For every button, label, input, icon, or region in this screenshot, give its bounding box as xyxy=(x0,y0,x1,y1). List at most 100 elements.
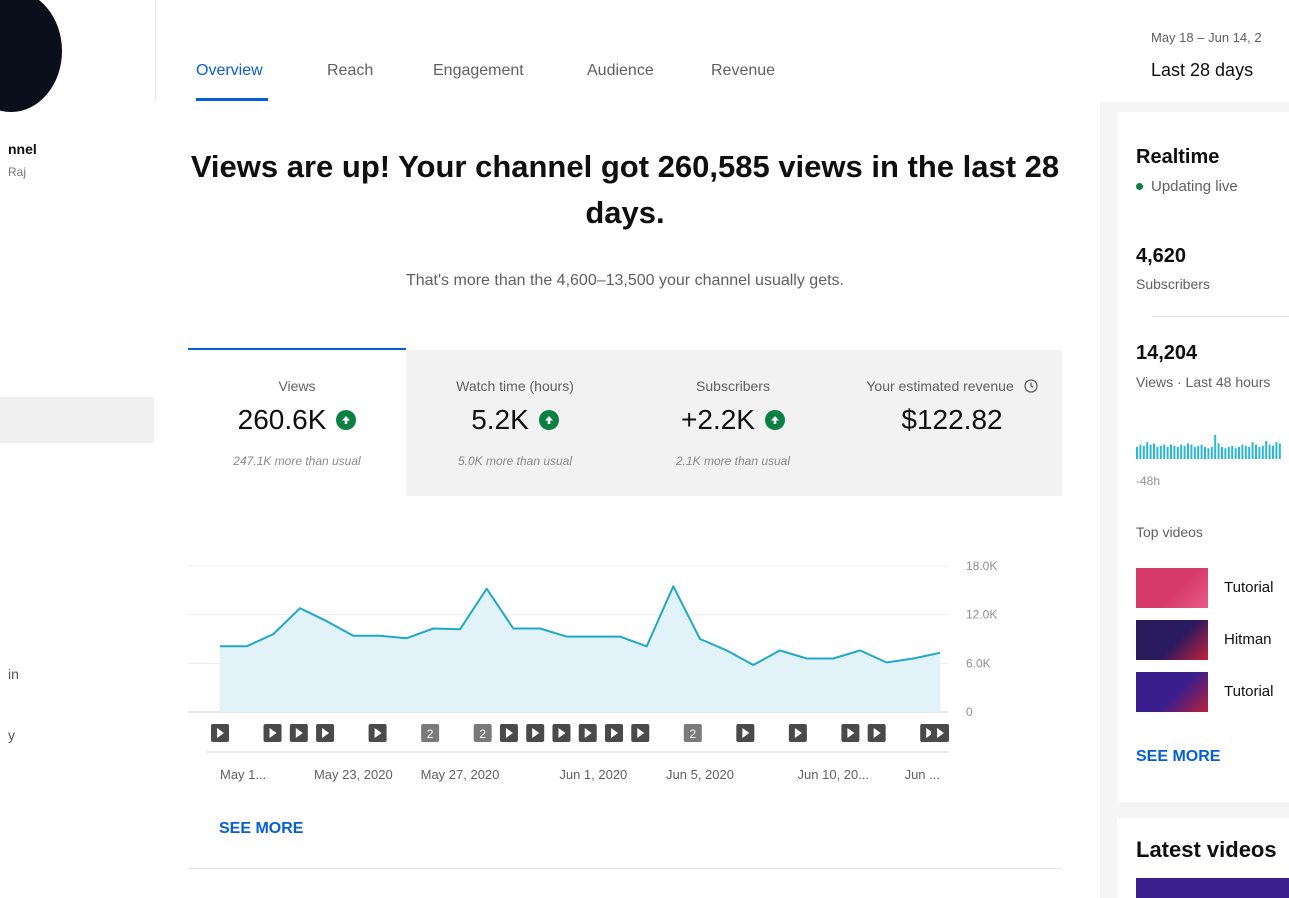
tab-audience[interactable]: Audience xyxy=(587,62,654,80)
sidebar-item[interactable]: y xyxy=(8,727,15,743)
realtime-status: Updating live xyxy=(1136,178,1238,195)
divider xyxy=(1152,316,1289,317)
arrow-up-icon xyxy=(538,410,559,430)
realtime-bar xyxy=(1146,442,1149,459)
svg-text:2: 2 xyxy=(479,727,486,741)
page-title: Views are up! Your channel got 260,585 v… xyxy=(190,149,1060,230)
metric-card-watch-time[interactable]: Watch time (hours) 5.2K 5.0K more than u… xyxy=(406,350,624,496)
realtime-bar xyxy=(1159,445,1162,459)
video-published-marker[interactable] xyxy=(289,724,308,742)
realtime-bar xyxy=(1210,447,1213,459)
video-count-marker[interactable]: 2 xyxy=(473,724,492,742)
metric-value-row: 5.2K xyxy=(406,404,624,436)
realtime-bar xyxy=(1231,445,1234,459)
realtime-bar xyxy=(1173,445,1176,459)
video-published-marker[interactable] xyxy=(867,724,886,742)
video-published-marker[interactable] xyxy=(263,724,282,742)
realtime-bar xyxy=(1268,444,1271,459)
chart-video-markers: 2 2 2 xyxy=(206,724,949,753)
realtime-bar-chart xyxy=(1136,435,1281,459)
realtime-see-more-button[interactable]: SEE MORE xyxy=(1136,748,1220,766)
arrow-up-icon xyxy=(336,410,357,430)
metric-label: Your estimated revenue xyxy=(866,378,1014,394)
realtime-bar xyxy=(1193,447,1196,459)
x-tick-label: Jun 5, 2020 xyxy=(666,767,734,782)
realtime-bar xyxy=(1234,448,1237,459)
video-published-marker[interactable] xyxy=(368,724,387,742)
realtime-views-label: Views · Last 48 hours xyxy=(1136,374,1271,390)
y-tick-label: 0 xyxy=(966,705,973,719)
realtime-bar xyxy=(1149,444,1152,459)
latest-video-thumbnail[interactable] xyxy=(1136,878,1289,898)
see-more-button[interactable]: SEE MORE xyxy=(219,820,303,838)
video-title: Tutorial xyxy=(1224,683,1274,700)
video-count-marker[interactable]: 2 xyxy=(421,724,440,742)
realtime-bar xyxy=(1187,443,1189,459)
realtime-bar xyxy=(1142,445,1145,459)
metric-value: 5.2K xyxy=(471,404,529,435)
divider xyxy=(188,868,1062,869)
video-published-marker[interactable] xyxy=(526,724,545,742)
y-tick-label: 18.0K xyxy=(966,559,997,573)
metric-value-row: +2.2K xyxy=(624,404,842,436)
sidebar-item-analytics[interactable] xyxy=(0,397,154,443)
video-title: Hitman xyxy=(1224,631,1272,648)
sidebar-owner-name: Raj xyxy=(8,165,27,179)
video-published-marker[interactable] xyxy=(211,724,229,742)
metric-card-views[interactable]: Views 260.6K 247.1K more than usual xyxy=(188,350,406,496)
top-video-item[interactable]: Tutorial xyxy=(1136,568,1289,608)
tab-engagement[interactable]: Engagement xyxy=(433,62,524,80)
chart-y-ticks: 18.0K 12.0K 6.0K 0 xyxy=(966,559,997,719)
video-published-marker[interactable] xyxy=(499,724,518,742)
realtime-axis-label: -48h xyxy=(1136,474,1161,488)
video-count-marker[interactable]: 2 xyxy=(683,724,702,742)
realtime-bar xyxy=(1224,448,1227,459)
y-tick-label: 6.0K xyxy=(966,656,991,670)
x-tick-label: May 23, 2020 xyxy=(314,767,393,782)
video-published-marker[interactable] xyxy=(788,724,807,742)
page-subtitle: That's more than the 4,600–13,500 your c… xyxy=(405,272,844,289)
clock-icon[interactable] xyxy=(1023,379,1038,396)
realtime-bar xyxy=(1272,445,1274,459)
video-published-marker[interactable] xyxy=(631,724,650,742)
sidebar-channel-name: nnel xyxy=(8,141,37,157)
metric-card-revenue[interactable]: Your estimated revenue $122.82 xyxy=(842,350,1062,496)
metric-value: +2.2K xyxy=(681,404,755,435)
video-published-marker[interactable] xyxy=(931,724,949,742)
realtime-bar xyxy=(1261,445,1264,459)
video-published-marker[interactable] xyxy=(578,724,597,742)
tab-overview[interactable]: Overview xyxy=(196,62,263,80)
metric-card-subscribers[interactable]: Subscribers +2.2K 2.1K more than usual xyxy=(624,350,842,496)
video-published-marker[interactable] xyxy=(736,724,755,742)
video-thumbnail xyxy=(1136,568,1208,608)
video-published-marker[interactable] xyxy=(605,724,623,742)
tab-revenue[interactable]: Revenue xyxy=(711,62,775,80)
x-tick-label: May 1... xyxy=(220,767,266,782)
realtime-bar xyxy=(1204,447,1206,459)
video-published-marker[interactable] xyxy=(841,724,860,742)
top-video-item[interactable]: Hitman xyxy=(1136,620,1289,660)
realtime-views-value: 14,204 xyxy=(1136,342,1198,364)
top-video-item[interactable]: Tutorial xyxy=(1136,672,1289,712)
realtime-bar xyxy=(1244,445,1247,459)
x-tick-label: May 27, 2020 xyxy=(421,767,500,782)
metric-label-row: Your estimated revenue xyxy=(842,378,1062,396)
x-tick-label: Jun 10, 20... xyxy=(798,767,870,782)
metric-label: Subscribers xyxy=(696,378,770,394)
realtime-bar xyxy=(1136,447,1138,459)
metric-note: 247.1K more than usual xyxy=(233,454,361,468)
video-published-marker[interactable] xyxy=(316,724,335,742)
date-preset-selector[interactable]: Last 28 days xyxy=(1151,60,1253,81)
x-tick-label: Jun ... xyxy=(905,767,940,782)
video-thumbnail xyxy=(1136,620,1208,660)
tab-reach[interactable]: Reach xyxy=(327,62,373,80)
realtime-bar xyxy=(1238,447,1240,459)
realtime-bar xyxy=(1258,447,1261,459)
video-published-marker[interactable] xyxy=(552,724,571,742)
sidebar-item[interactable]: in xyxy=(8,666,19,682)
realtime-bar xyxy=(1217,443,1220,459)
realtime-bar xyxy=(1265,441,1268,459)
realtime-subscribers-label: Subscribers xyxy=(1136,276,1210,292)
realtime-title: Realtime xyxy=(1136,146,1220,168)
date-range-text[interactable]: May 18 – Jun 14, 2 xyxy=(1151,30,1262,45)
